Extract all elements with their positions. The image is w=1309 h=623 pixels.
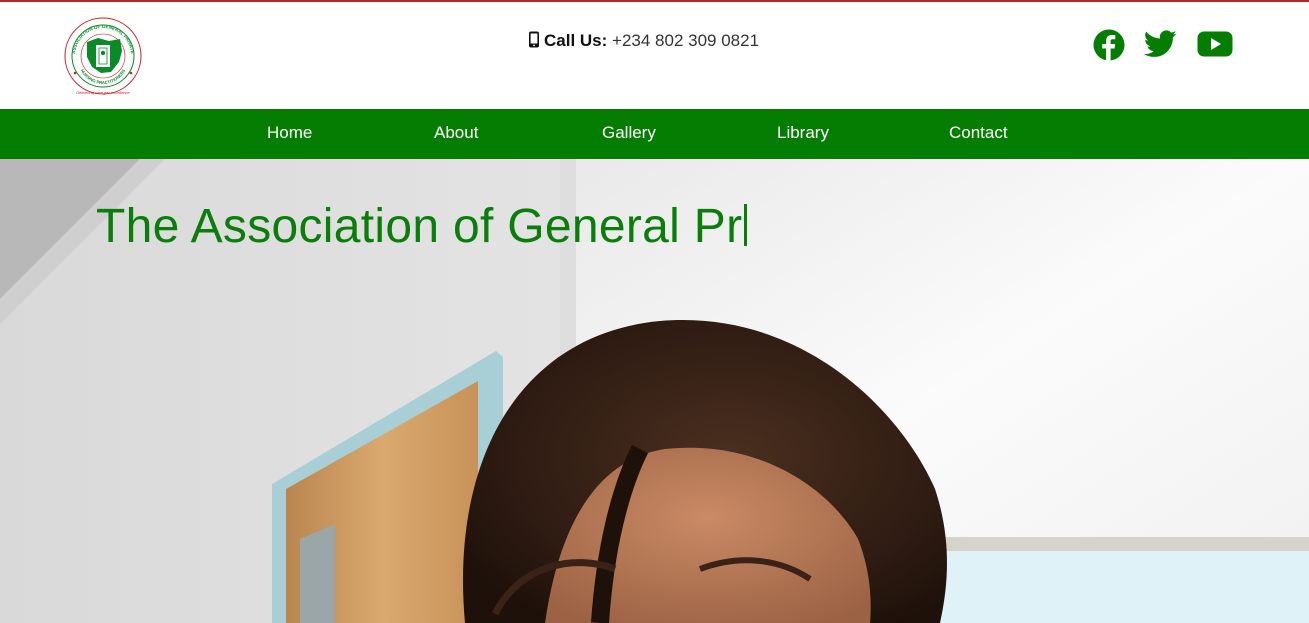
nav-item-contact[interactable]: Contact: [949, 123, 1008, 143]
site-header: ASSOCIATION OF GENERAL PRIVATE NURSING P…: [0, 2, 1309, 109]
nav-item-home[interactable]: Home: [267, 123, 312, 143]
hero-banner: The Association of General Pr: [0, 159, 1309, 623]
typing-cursor: [744, 204, 748, 246]
main-navigation: Home About Gallery Library Contact: [0, 109, 1309, 159]
site-logo[interactable]: ASSOCIATION OF GENERAL PRIVATE NURSING P…: [62, 15, 144, 97]
nav-item-gallery[interactable]: Gallery: [602, 123, 656, 143]
facebook-icon: [1093, 29, 1125, 61]
call-us-label: Call Us:: [544, 31, 608, 50]
youtube-link[interactable]: [1197, 31, 1233, 62]
twitter-icon: [1143, 30, 1177, 57]
nav-item-about[interactable]: About: [434, 123, 478, 143]
nav-item-library[interactable]: Library: [777, 123, 829, 143]
association-seal-icon: ASSOCIATION OF GENERAL PRIVATE NURSING P…: [64, 17, 142, 95]
phone-number-link[interactable]: +234 802 309 0821: [612, 31, 759, 50]
hero-headline: The Association of General Pr: [96, 199, 748, 254]
call-us: Call Us: +234 802 309 0821: [528, 31, 759, 53]
facebook-link[interactable]: [1093, 29, 1125, 66]
twitter-link[interactable]: [1143, 30, 1177, 63]
youtube-icon: [1197, 31, 1233, 57]
svg-text:Delivering care per excellence: Delivering care per excellence: [76, 90, 130, 95]
phone-icon: [528, 31, 540, 53]
